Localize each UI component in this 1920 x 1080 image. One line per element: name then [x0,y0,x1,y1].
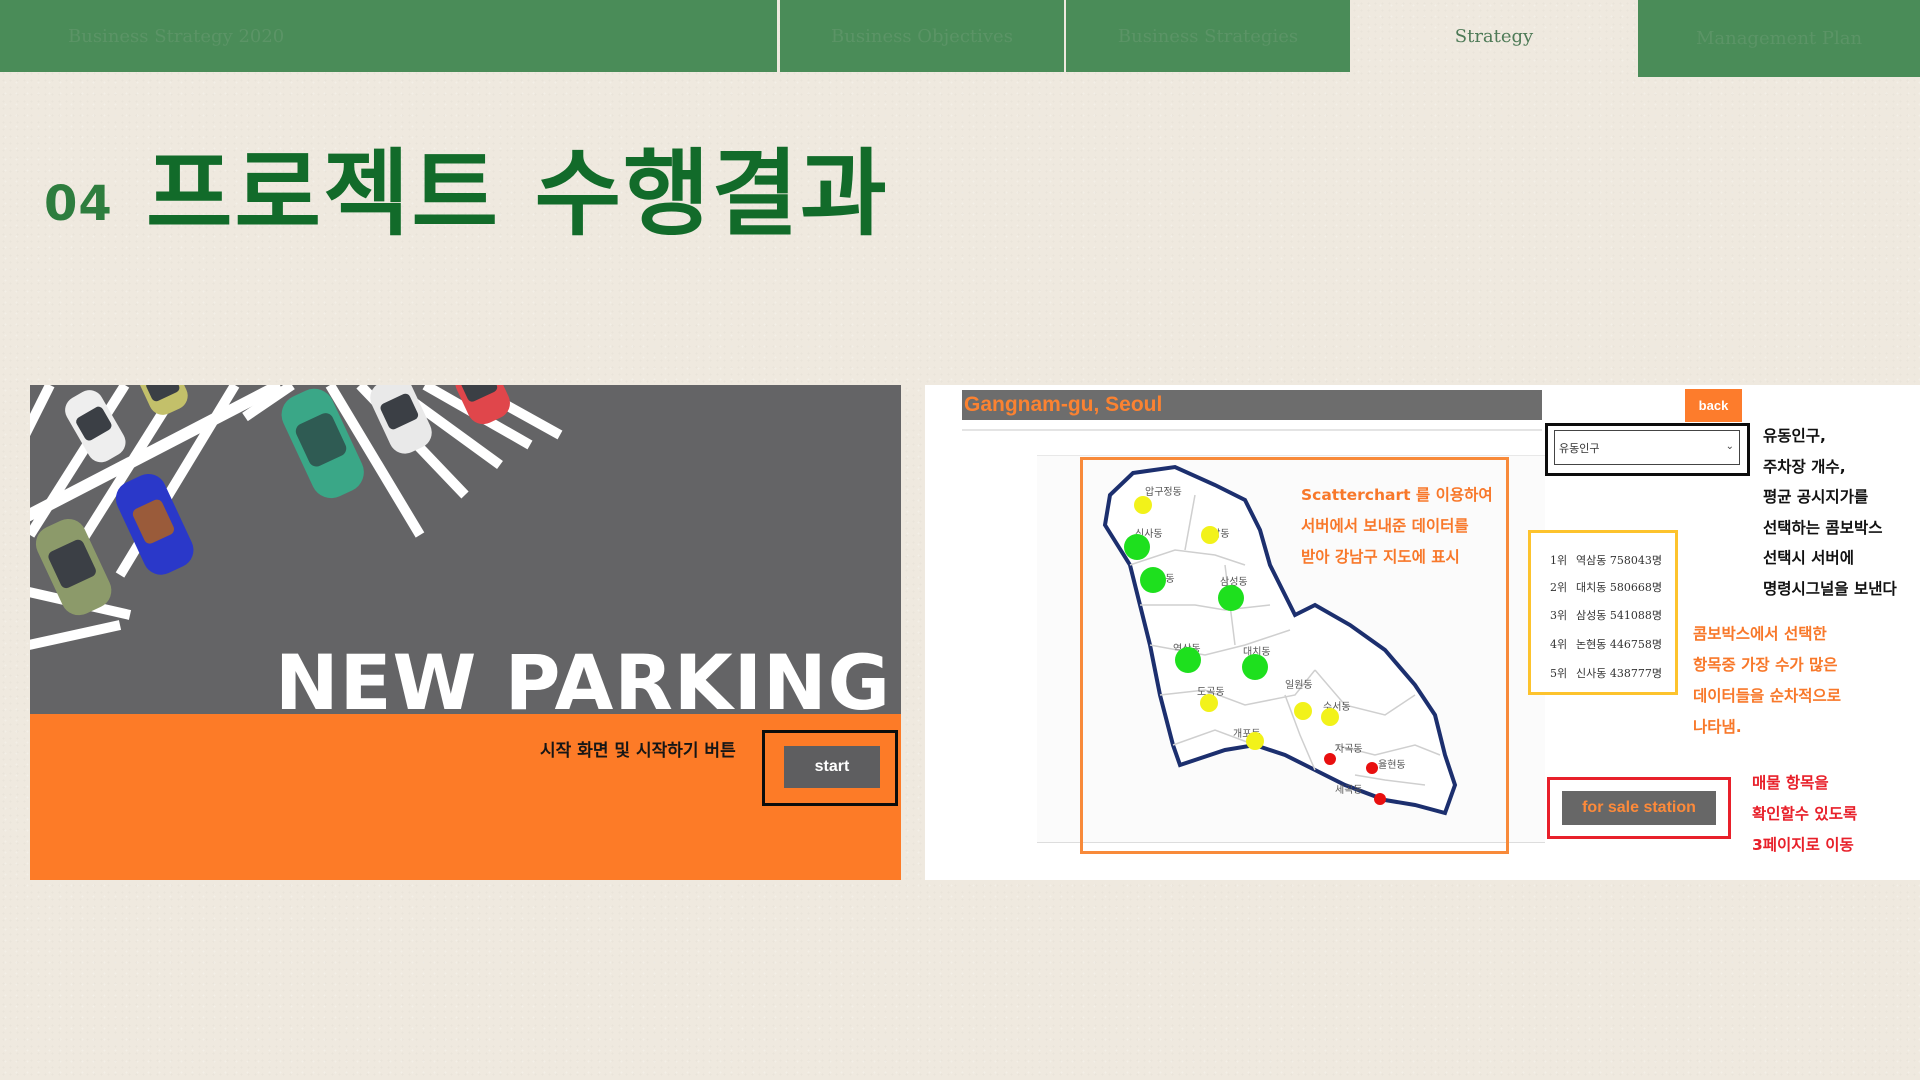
note-line: 서버에서 보내준 데이터를 [1301,517,1469,535]
rank-text: 역삼동 758043명 [1576,554,1662,567]
note-line: 유동인구, [1763,427,1826,445]
note-line: 받아 강남구 지도에 표시 [1301,548,1460,566]
tab-business-strategies[interactable]: Business Strategies [1066,0,1350,72]
scatterchart-note: Scatterchart 를 이용하여 서버에서 보내준 데이터를 받아 강남구… [1301,480,1493,573]
start-button[interactable]: start [784,746,880,788]
chevron-down-icon[interactable]: ⌄ [1726,441,1734,452]
rank-text: 신사동 438777명 [1576,667,1662,680]
section-number: 04 [44,176,113,232]
tab-bar: Business Strategy 2020 Business Objectiv… [0,0,1920,78]
note-line: 평균 공시지가를 [1763,488,1869,506]
tab-business-objectives[interactable]: Business Objectives [780,0,1064,72]
page-title: 프로젝트 수행결과 [146,140,889,249]
note-line: 콤보박스에서 선택한 [1693,625,1827,643]
note-line: 선택하는 콤보박스 [1763,518,1883,537]
back-button[interactable]: back [1685,389,1742,422]
rank-position: 3위 [1550,609,1568,622]
rank-position: 5위 [1550,667,1568,680]
tab-management-plan[interactable]: Management Plan [1638,0,1920,77]
ranking-row: 2위 대치동 580668명 [1550,579,1662,595]
ranking-row: 1위 역삼동 758043명 [1550,552,1662,568]
sale-note: 매물 항목을 확인할수 있도록 3페이지로 이동 [1752,768,1857,861]
rank-text: 논현동 446758명 [1576,638,1662,651]
tab-strategy[interactable]: Strategy [1352,0,1636,72]
combobox-value: 유동인구 [1559,441,1600,455]
combobox-note: 유동인구, 주차장 개수, 평균 공시지가를 선택하는 콤보박스 선택시 서버에… [1763,421,1897,604]
note-line: 선택시 서버에 [1763,549,1854,567]
start-screen-capture: NEW PARKING 시작 화면 및 시작하기 버튼 start [30,385,901,880]
rank-position: 2위 [1550,581,1568,594]
note-line: 확인할수 있도록 [1752,805,1858,823]
note-line: 나타냄. [1693,718,1742,736]
rank-position: 4위 [1550,638,1568,651]
ranking-row: 3위 삼성동 541088명 [1550,607,1662,623]
ranking-row: 5위 신사동 438777명 [1550,665,1662,681]
note-line: 데이터들을 순차적으로 [1693,687,1841,705]
header-divider [962,429,1542,431]
note-line: 항목중 가장 수가 많은 [1693,656,1838,674]
ranking-row: 4위 논현동 446758명 [1550,636,1662,652]
rank-text: 삼성동 541088명 [1576,609,1662,622]
note-line: Scatterchart 를 이용하여 [1301,486,1493,504]
rank-position: 1위 [1550,554,1568,567]
category-combobox[interactable]: 유동인구 ⌄ [1554,430,1740,465]
brand-title: NEW PARKING [274,638,891,727]
note-line: 매물 항목을 [1752,774,1829,792]
rank-text: 대치동 580668명 [1576,581,1662,594]
map-header: Gangnam-gu, Seoul [962,390,1542,420]
for-sale-station-button[interactable]: for sale station [1562,791,1716,825]
start-caption: 시작 화면 및 시작하기 버튼 [540,741,736,761]
note-line: 주차장 개수, [1763,457,1846,476]
note-line: 3페이지로 이동 [1752,836,1854,854]
note-line: 명령시그널을 보낸다 [1763,579,1897,598]
ranking-note: 콤보박스에서 선택한 항목중 가장 수가 많은 데이터들을 순차적으로 나타냄. [1693,619,1841,743]
map-screen-capture: Gangnam-gu, Seoul 압구정동 신사동 청담동 논현동 삼성동 역… [925,385,1920,880]
tab-business-strategy-2020[interactable]: Business Strategy 2020 [0,0,777,72]
